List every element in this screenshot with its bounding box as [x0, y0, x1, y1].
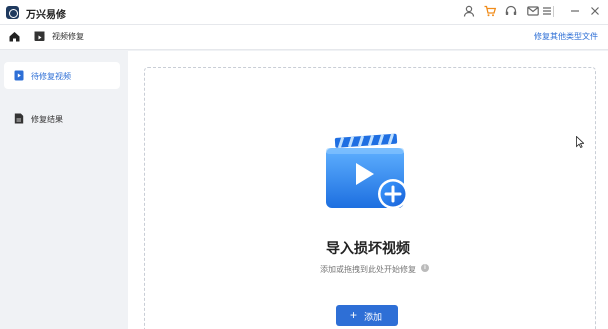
sidebar: 待修复视频 修复结果 [0, 51, 128, 329]
titlebar-divider [553, 6, 554, 17]
add-button-label: 添加 [364, 312, 383, 322]
plus-icon: + [350, 308, 358, 322]
breadcrumb-bar: 视频修复 修复其他类型文件 [0, 25, 608, 50]
drop-zone-hint: 添加或拖拽到此处开始修复 i [128, 264, 608, 275]
app-logo-icon [6, 6, 19, 19]
video-repair-icon [34, 31, 45, 42]
page-title: 视频修复 [52, 32, 84, 41]
sidebar-item-label: 待修复视频 [31, 72, 71, 81]
headset-icon[interactable] [504, 4, 518, 18]
mouse-cursor-icon [576, 136, 584, 148]
video-add-illustration-icon [323, 131, 413, 219]
menu-icon[interactable] [540, 4, 554, 18]
document-icon [14, 113, 24, 124]
close-icon[interactable] [588, 4, 602, 18]
main-panel: 导入损坏视频 添加或拖拽到此处开始修复 i + 添加 [128, 51, 608, 329]
sidebar-item-pending-videos[interactable]: 待修复视频 [4, 62, 120, 89]
video-list-icon [14, 70, 24, 81]
minimize-icon[interactable] [568, 4, 582, 18]
cart-icon[interactable] [483, 4, 497, 18]
drop-zone-title: 导入损坏视频 [326, 240, 410, 256]
mail-icon[interactable] [526, 4, 540, 18]
add-video-button[interactable]: + 添加 [336, 305, 398, 326]
sidebar-item-repair-results[interactable]: 修复结果 [4, 105, 120, 132]
info-icon[interactable]: i [421, 264, 429, 272]
sidebar-item-label: 修复结果 [31, 115, 63, 124]
app-title: 万兴易修 [26, 10, 66, 21]
title-bar: 万兴易修 [0, 0, 608, 25]
drop-zone-hint-text: 添加或拖拽到此处开始修复 [320, 265, 416, 274]
home-icon[interactable] [8, 30, 21, 43]
repair-other-files-link[interactable]: 修复其他类型文件 [534, 31, 598, 42]
user-icon[interactable] [462, 4, 476, 18]
